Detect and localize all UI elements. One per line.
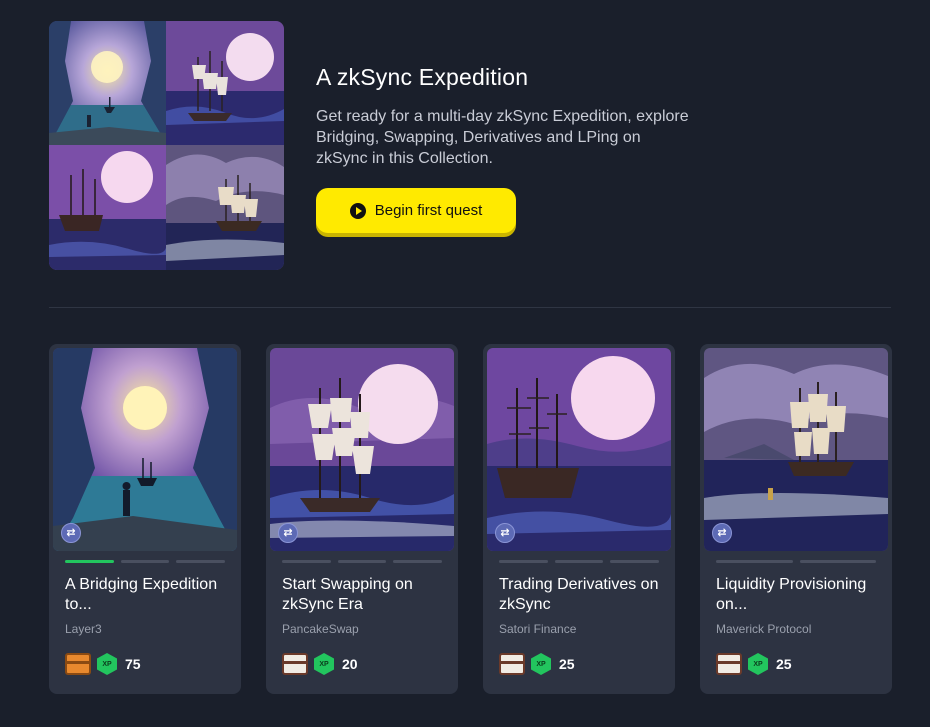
bridge-arrows-icon: ⇄	[61, 523, 81, 543]
begin-first-quest-label: Begin first quest	[374, 202, 483, 219]
quest-card-image: ⇄	[704, 348, 888, 551]
quest-progress-bar	[65, 560, 226, 563]
treasure-chest-icon	[716, 653, 742, 675]
collection-description: Get ready for a multi-day zkSync Expedit…	[316, 108, 689, 167]
collection-artwork	[49, 21, 284, 270]
play-icon	[349, 202, 366, 219]
quest-project: Layer3	[65, 622, 102, 636]
quest-rewards: XP 25	[716, 653, 792, 675]
art-tile-galleon	[49, 145, 166, 270]
progress-segment	[716, 560, 793, 563]
progress-segment	[176, 560, 226, 563]
quest-project: Maverick Protocol	[716, 622, 812, 636]
xp-amount: 25	[776, 656, 792, 672]
art-tile-cave	[49, 21, 166, 145]
xp-badge-icon: XP	[531, 653, 551, 675]
quest-card[interactable]: ⇄ Start Swapping on zkSync Era PancakeSw…	[266, 344, 458, 694]
progress-segment	[337, 560, 387, 563]
quest-card-image: ⇄	[487, 348, 671, 551]
progress-segment	[554, 560, 604, 563]
quest-rewards: XP 75	[65, 653, 141, 675]
xp-badge-icon: XP	[314, 653, 334, 675]
quest-title: A Bridging Expedition to...	[65, 576, 218, 613]
quest-card-image: ⇄	[53, 348, 237, 551]
quest-progress-bar	[499, 560, 660, 563]
bridge-arrows-icon: ⇄	[278, 523, 298, 543]
quest-progress-bar	[282, 560, 443, 563]
progress-segment	[499, 560, 548, 563]
xp-amount: 75	[125, 656, 141, 672]
progress-segment	[610, 560, 660, 563]
begin-first-quest-button[interactable]: Begin first quest	[316, 188, 516, 233]
quest-card[interactable]: ⇄ Liquidity Provisioning on... Maverick …	[700, 344, 892, 694]
quest-title: Liquidity Provisioning on...	[716, 576, 867, 613]
quest-rewards: XP 25	[499, 653, 575, 675]
quest-card-list: ⇄ A Bridging Expedition to... Layer3 XP …	[49, 344, 892, 694]
treasure-chest-icon	[65, 653, 91, 675]
quest-progress-bar	[716, 560, 876, 563]
art-tile-ship-moon	[166, 21, 284, 145]
quest-project: Satori Finance	[499, 622, 577, 636]
treasure-chest-icon	[282, 653, 308, 675]
xp-badge-icon: XP	[97, 653, 117, 675]
quest-project: PancakeSwap	[282, 622, 359, 636]
quest-rewards: XP 20	[282, 653, 358, 675]
section-divider	[49, 307, 891, 308]
bridge-arrows-icon: ⇄	[495, 523, 515, 543]
quest-card-image: ⇄	[270, 348, 454, 551]
bridge-arrows-icon: ⇄	[712, 523, 732, 543]
progress-segment	[65, 560, 114, 563]
xp-amount: 20	[342, 656, 358, 672]
quest-title: Start Swapping on zkSync Era	[282, 576, 413, 613]
quest-card[interactable]: ⇄ A Bridging Expedition to... Layer3 XP …	[49, 344, 241, 694]
quest-card[interactable]: ⇄ Trading Derivatives on zkSync Satori F…	[483, 344, 675, 694]
xp-badge-icon: XP	[748, 653, 768, 675]
quest-title: Trading Derivatives on zkSync	[499, 576, 659, 613]
progress-segment	[120, 560, 170, 563]
progress-segment	[393, 560, 443, 563]
progress-segment	[282, 560, 331, 563]
treasure-chest-icon	[499, 653, 525, 675]
xp-amount: 25	[559, 656, 575, 672]
collection-title: A zkSync Expedition	[316, 64, 529, 90]
progress-segment	[799, 560, 876, 563]
art-tile-storm-ship	[166, 145, 284, 270]
